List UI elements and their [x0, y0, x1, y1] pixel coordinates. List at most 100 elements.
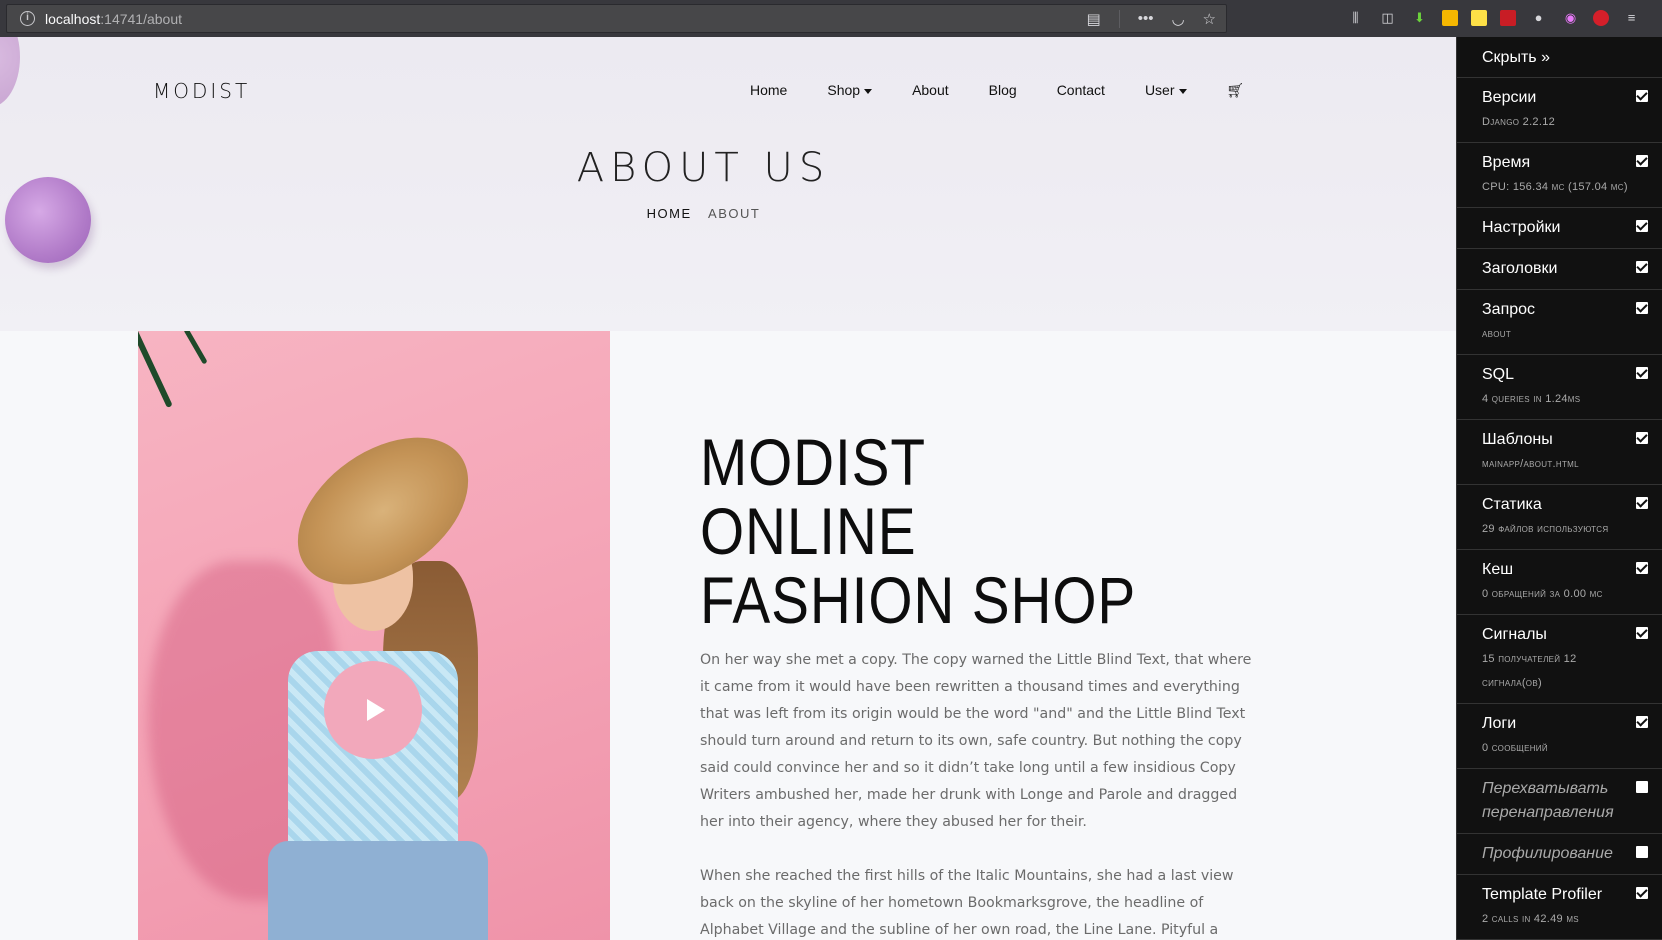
- debug-panel-title: Перехватывать перенаправления: [1482, 780, 1614, 821]
- nav-contact[interactable]: Contact: [1057, 82, 1105, 99]
- about-paragraph: On her way she met a copy. The copy warn…: [700, 652, 1252, 830]
- checkbox-icon[interactable]: [1636, 562, 1648, 574]
- debug-panel-subtitle: 29 файлов используются: [1482, 523, 1609, 535]
- checkbox-icon[interactable]: [1636, 155, 1648, 167]
- nav-home[interactable]: Home: [750, 82, 787, 99]
- extension-icon[interactable]: [1471, 9, 1487, 26]
- url-separator: [1118, 9, 1120, 28]
- nav-shop[interactable]: Shop: [827, 82, 873, 99]
- leaf-image: [183, 331, 208, 365]
- debug-panel[interactable]: Шаблоны mainapp/about.html: [1457, 420, 1662, 485]
- debug-panel-title: Настройки: [1482, 219, 1561, 236]
- debug-panel-title: Кеш: [1482, 561, 1514, 578]
- debug-panel[interactable]: Версии Django 2.2.12: [1457, 78, 1662, 143]
- debug-panel-subtitle: 2 calls in 42.49 ms: [1482, 913, 1579, 925]
- nav-user[interactable]: User: [1145, 82, 1187, 99]
- debug-panel[interactable]: Заголовки: [1457, 249, 1662, 290]
- debug-panel[interactable]: Время CPU: 156.34 мс (157.04 мс): [1457, 143, 1662, 208]
- checkbox-icon[interactable]: [1636, 90, 1648, 102]
- debug-panel-subtitle: 15 получателей 12 сигнала(ов): [1482, 653, 1577, 689]
- debug-panel-subtitle: CPU: 156.34 мс (157.04 мс): [1482, 181, 1628, 193]
- debug-panel-title: Профилирование: [1482, 845, 1613, 862]
- star-icon[interactable]: ☆: [1203, 10, 1216, 28]
- checkbox-icon[interactable]: [1636, 367, 1648, 379]
- site-brand[interactable]: MODIST: [153, 79, 250, 103]
- download-icon[interactable]: ⬇: [1410, 8, 1429, 27]
- checkbox-icon[interactable]: [1636, 220, 1648, 232]
- debug-panel[interactable]: Перехватывать перенаправления: [1457, 769, 1662, 834]
- debug-panel-subtitle: 0 обращений за 0.00 мс: [1482, 588, 1603, 600]
- color-icon[interactable]: ◉: [1561, 8, 1580, 27]
- debug-panel[interactable]: Статика 29 файлов используются: [1457, 485, 1662, 550]
- debug-panel-subtitle: Django 2.2.12: [1482, 116, 1556, 128]
- debug-panel-subtitle: 0 сообщений: [1482, 742, 1548, 754]
- sidebar-icon[interactable]: ◫: [1378, 8, 1397, 27]
- reader-view-icon[interactable]: ▤: [1087, 10, 1101, 28]
- breadcrumb-current: ABOUT: [708, 206, 761, 221]
- debug-toolbar: Скрыть » Версии Django 2.2.12 Время CPU: 15…: [1456, 37, 1662, 940]
- extension-icon[interactable]: [1500, 9, 1516, 26]
- debug-panel-title: Template Profiler: [1482, 886, 1603, 903]
- checkbox-icon[interactable]: [1636, 261, 1648, 273]
- debug-panel[interactable]: Сигналы 15 получателей 12 сигнала(ов): [1457, 615, 1662, 704]
- debug-panel-title: Логи: [1482, 715, 1517, 732]
- breadcrumb-home[interactable]: HOME: [647, 206, 692, 221]
- url-bar[interactable]: i localhost:14741/about ▤ ••• ◡ ☆: [6, 4, 1227, 33]
- adblock-icon[interactable]: [1593, 9, 1609, 26]
- about-paragraph: When she reached the first hills of the …: [700, 868, 1234, 938]
- debug-panel-subtitle: 4 queries in 1.24ms: [1482, 393, 1581, 405]
- menu-icon[interactable]: ≡: [1622, 8, 1641, 27]
- info-icon[interactable]: i: [20, 11, 35, 26]
- debug-panel-list: Версии Django 2.2.12 Время CPU: 156.34 мс (…: [1457, 78, 1662, 940]
- cart-icon[interactable]: 🛒︎: [1227, 82, 1245, 99]
- chevron-down-icon: [864, 88, 873, 94]
- hide-toolbar-button[interactable]: Скрыть »: [1457, 37, 1662, 78]
- play-video-button[interactable]: [324, 661, 422, 759]
- model-image: [268, 841, 488, 940]
- heading-line: ONLINE: [700, 494, 917, 568]
- checkbox-icon[interactable]: [1636, 497, 1648, 509]
- debug-panel[interactable]: Настройки: [1457, 208, 1662, 249]
- debug-panel[interactable]: Логи 0 сообщений: [1457, 704, 1662, 769]
- debug-panel-subtitle: about: [1482, 328, 1512, 340]
- debug-panel[interactable]: Профилирование: [1457, 834, 1662, 875]
- account-icon[interactable]: ●: [1529, 8, 1548, 27]
- main-nav: Home Shop About Blog Contact User 🛒︎: [750, 82, 1244, 99]
- debug-panel-title: Версии: [1482, 89, 1537, 106]
- extension-icon[interactable]: [1442, 9, 1458, 26]
- browser-toolbar: i localhost:14741/about ▤ ••• ◡ ☆ ⫼ ◫ ⬇ …: [0, 0, 1662, 37]
- checkbox-icon[interactable]: [1636, 432, 1648, 444]
- debug-panel-title: Заголовки: [1482, 260, 1558, 277]
- checkbox-icon[interactable]: [1636, 716, 1648, 728]
- heading-line: FASHION SHOP: [700, 563, 1137, 637]
- chevron-down-icon: [1178, 88, 1187, 94]
- about-photo: [138, 331, 610, 940]
- heading-line: MODIST: [700, 425, 926, 499]
- debug-panel-title: Запрос: [1482, 301, 1536, 318]
- more-icon[interactable]: •••: [1138, 10, 1154, 27]
- makeup-powder-image: [0, 37, 20, 107]
- debug-panel-title: Шаблоны: [1482, 431, 1553, 448]
- page-title: ABOUT US: [576, 145, 831, 191]
- debug-panel[interactable]: Запрос about: [1457, 290, 1662, 355]
- library-icon[interactable]: ⫼: [1346, 8, 1365, 27]
- debug-panel-title: Статика: [1482, 496, 1542, 513]
- debug-panel[interactable]: Template Profiler 2 calls in 42.49 ms: [1457, 875, 1662, 940]
- leaf-image: [138, 331, 173, 409]
- checkbox-icon[interactable]: [1636, 781, 1648, 793]
- nav-blog[interactable]: Blog: [989, 82, 1017, 99]
- nav-about[interactable]: About: [912, 82, 949, 99]
- url-text[interactable]: localhost:14741/about: [45, 11, 182, 27]
- debug-panel-title: Время: [1482, 154, 1531, 171]
- page: MODIST Home Shop About Blog Contact User…: [0, 37, 1456, 940]
- checkbox-icon[interactable]: [1636, 627, 1648, 639]
- checkbox-icon[interactable]: [1636, 887, 1648, 899]
- debug-panel-title: Сигналы: [1482, 626, 1547, 643]
- debug-panel[interactable]: SQL 4 queries in 1.24ms: [1457, 355, 1662, 420]
- breadcrumb: HOME ABOUT: [0, 206, 1407, 221]
- debug-panel-title: SQL: [1482, 366, 1515, 383]
- debug-panel[interactable]: Кеш 0 обращений за 0.00 мс: [1457, 550, 1662, 615]
- checkbox-icon[interactable]: [1636, 302, 1648, 314]
- pocket-icon[interactable]: ◡: [1171, 10, 1184, 28]
- checkbox-icon[interactable]: [1636, 846, 1648, 858]
